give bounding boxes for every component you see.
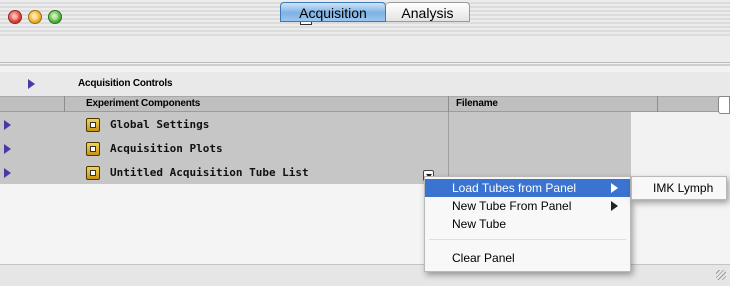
row-label-tube-list: Untitled Acquisition Tube List <box>110 166 309 179</box>
table-row[interactable]: Global Settings <box>0 117 631 141</box>
disclosure-triangle-icon[interactable] <box>4 168 11 178</box>
tab-acquisition[interactable]: Acquisition <box>280 2 386 22</box>
table-row[interactable]: Acquisition Plots <box>0 141 631 165</box>
row-label-global-settings: Global Settings <box>110 118 210 131</box>
zoom-button[interactable] <box>48 10 62 24</box>
column-header-experiment-components[interactable]: Experiment Components <box>86 98 200 109</box>
menu-item-new-tube[interactable]: New Tube <box>425 215 630 233</box>
close-button[interactable] <box>8 10 22 24</box>
submenu: IMK Lymph <box>631 176 727 200</box>
column-header-filename[interactable]: Filename <box>456 98 498 109</box>
menu-item-load-tubes-from-panel[interactable]: Load Tubes from Panel <box>425 179 630 197</box>
divider <box>0 64 730 66</box>
disclosure-triangle-icon[interactable] <box>4 120 11 130</box>
menu-item-label: New Tube From Panel <box>452 199 572 213</box>
disclosure-triangle-icon[interactable] <box>28 79 35 89</box>
menu-item-label: Load Tubes from Panel <box>452 181 577 195</box>
menu-item-label: Clear Panel <box>452 251 515 265</box>
tab-strip <box>0 36 730 63</box>
horizontal-scroll-handle[interactable] <box>718 96 730 114</box>
minimize-button[interactable] <box>28 10 42 24</box>
disclosure-triangle-icon[interactable] <box>4 144 11 154</box>
row-label-acquisition-plots: Acquisition Plots <box>110 142 223 155</box>
column-divider[interactable] <box>657 96 658 112</box>
settings-folder-icon <box>86 118 100 132</box>
submenu-item-label: IMK Lymph <box>653 181 714 195</box>
tab-analysis[interactable]: Analysis <box>386 2 470 22</box>
plots-folder-icon <box>86 142 100 156</box>
menu-item-new-tube-from-panel[interactable]: New Tube From Panel <box>425 197 630 215</box>
menu-separator <box>429 239 626 240</box>
submenu-arrow-icon <box>611 201 618 211</box>
acquisition-controls-label: Acquisition Controls <box>78 78 173 89</box>
menu-item-label: New Tube <box>452 217 507 231</box>
menu-item-clear-panel[interactable]: Clear Panel <box>425 249 630 267</box>
column-divider[interactable] <box>448 96 449 112</box>
submenu-arrow-icon <box>611 183 618 193</box>
resize-grip-icon[interactable] <box>716 270 726 280</box>
tube-list-folder-icon <box>86 166 100 180</box>
submenu-item-imk-lymph[interactable]: IMK Lymph <box>632 179 726 197</box>
column-divider[interactable] <box>64 96 65 112</box>
context-menu: Load Tubes from Panel New Tube From Pane… <box>424 176 631 272</box>
